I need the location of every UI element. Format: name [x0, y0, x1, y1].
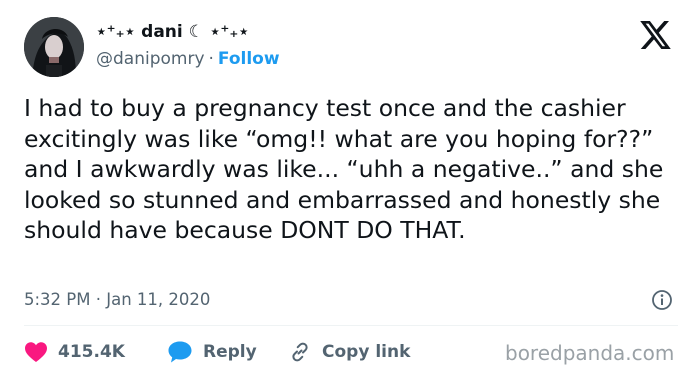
author-handle[interactable]: @danipomry	[96, 49, 205, 69]
avatar-photo	[24, 17, 84, 77]
separator-dot: ·	[208, 49, 214, 69]
divider	[24, 325, 678, 326]
heart-icon	[25, 342, 47, 362]
author-handle-line: @danipomry · Follow	[96, 49, 280, 71]
reply-button[interactable]: Reply	[167, 339, 257, 365]
like-count: 415.4K	[58, 342, 125, 362]
copy-link-button[interactable]: Copy link	[288, 339, 410, 365]
like-button[interactable]: 415.4K	[24, 339, 125, 365]
speech-bubble-icon	[168, 341, 192, 363]
author-display-name[interactable]: ⋆⁺₊⋆ dani ☾ ⋆⁺₊⋆	[96, 22, 249, 46]
info-icon[interactable]	[651, 289, 673, 311]
link-icon	[292, 342, 308, 362]
avatar[interactable]	[24, 17, 84, 77]
follow-button[interactable]: Follow	[218, 49, 280, 69]
copy-link-label: Copy link	[322, 342, 411, 362]
tweet-text: I had to buy a pregnancy test once and t…	[24, 94, 664, 244]
watermark: boredpanda.com	[505, 341, 675, 365]
x-logo-icon[interactable]	[640, 21, 671, 49]
tweet-timestamp[interactable]: 5:32 PM · Jan 11, 2020	[24, 290, 210, 312]
reply-label: Reply	[203, 342, 257, 362]
